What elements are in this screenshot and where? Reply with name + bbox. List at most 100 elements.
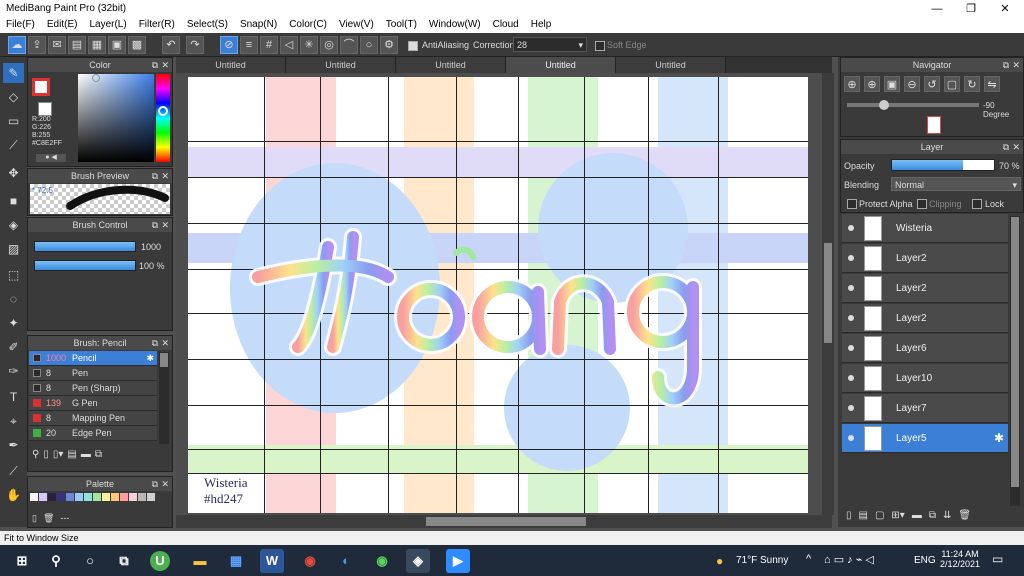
select-rect-tool-icon[interactable]: ▭	[3, 111, 24, 131]
popout-icon[interactable]: ⧉	[152, 336, 158, 350]
palette-swatch[interactable]	[93, 493, 101, 501]
tray-icons[interactable]: ⌂ ▭ ♪ ⌁ ◁	[824, 553, 874, 566]
palette-swatch[interactable]	[102, 493, 110, 501]
snap-curve-icon[interactable]: ⌒	[340, 36, 358, 54]
text-tool-icon[interactable]: T	[3, 387, 24, 407]
gear-icon[interactable]: ✱	[994, 431, 1004, 445]
notification-icon[interactable]: ▭	[992, 552, 1003, 566]
cloud-icon[interactable]: ☁	[8, 36, 26, 54]
layer-list-scrollbar[interactable]	[1010, 216, 1020, 506]
close-icon[interactable]: ✕	[161, 218, 169, 232]
menu-filter[interactable]: Filter(R)	[133, 18, 181, 33]
undo-icon[interactable]: ↶	[162, 36, 180, 54]
hue-slider[interactable]	[156, 74, 170, 162]
minimize-button[interactable]: —	[920, 0, 954, 18]
delete-icon[interactable]: 🗑	[43, 513, 54, 524]
eraser-tool-icon[interactable]: ◇	[3, 87, 24, 107]
brush-tool-icon[interactable]: ✎	[3, 63, 24, 83]
close-icon[interactable]: ✕	[161, 58, 169, 72]
hand-tool-icon[interactable]: ✋	[3, 485, 24, 505]
edge-icon[interactable]: ◐	[334, 549, 358, 573]
brush-size-slider[interactable]	[34, 241, 136, 252]
palette-swatch[interactable]	[111, 493, 119, 501]
palette-swatch[interactable]	[66, 493, 74, 501]
close-icon[interactable]: ✕	[161, 477, 169, 491]
menu-help[interactable]: Help	[525, 18, 558, 33]
clock[interactable]: 11:24 AM 2/12/2021	[940, 549, 980, 569]
popout-icon[interactable]: ⧉	[152, 477, 158, 491]
protect-alpha-checkbox[interactable]	[847, 199, 857, 211]
popout-icon[interactable]: ⧉	[1003, 140, 1009, 154]
close-icon[interactable]: ✕	[1012, 58, 1020, 72]
snap-radial-icon[interactable]: ✳	[300, 36, 318, 54]
eye-icon[interactable]	[848, 315, 854, 321]
file-explorer-icon[interactable]: ▬	[188, 549, 212, 573]
snap-off-icon[interactable]: ⊘	[220, 36, 238, 54]
brush-item[interactable]: 20 Edge Pen	[29, 426, 157, 441]
saturation-value-picker[interactable]	[78, 74, 154, 162]
eye-icon[interactable]	[848, 375, 854, 381]
gradient-tool-icon[interactable]: ▨	[3, 239, 24, 259]
search-icon[interactable]: ⚲	[44, 549, 68, 573]
popout-icon[interactable]: ⧉	[152, 58, 158, 72]
lock-checkbox[interactable]	[972, 199, 982, 211]
new-brush-icon[interactable]: ▯	[43, 449, 49, 460]
snap-perspective-icon[interactable]: ◁	[280, 36, 298, 54]
move-tool-icon[interactable]: ✥	[3, 163, 24, 183]
duplicate-layer-icon[interactable]: ⧉	[929, 510, 936, 521]
folder-icon[interactable]: ▬	[912, 510, 922, 521]
palette-swatch[interactable]	[39, 493, 47, 501]
eye-icon[interactable]	[848, 225, 854, 231]
brush-item[interactable]: 8 Pen (Sharp)	[29, 381, 157, 396]
folder-icon[interactable]: ▬	[81, 449, 91, 460]
comment-icon[interactable]: ▤	[68, 36, 86, 54]
eye-icon[interactable]	[848, 405, 854, 411]
rotate-right-icon[interactable]: ↻	[964, 76, 980, 92]
zoom-icon[interactable]: ▶	[446, 549, 470, 573]
popout-icon[interactable]: ⧉	[152, 218, 158, 232]
delete-layer-icon[interactable]: 🗑	[958, 510, 971, 521]
tab-untitled[interactable]: Untitled	[286, 57, 396, 73]
eyedropper-tool-icon[interactable]: ✒	[3, 435, 24, 455]
layer-row[interactable]: Layer7	[842, 394, 1008, 423]
select-pen-tool-icon[interactable]: ✐	[3, 337, 24, 357]
fill-tool-icon[interactable]: ◈	[3, 215, 24, 235]
add-layer-menu-icon[interactable]: ⊞▾	[891, 510, 904, 521]
close-icon[interactable]: ✕	[161, 169, 169, 183]
menu-select[interactable]: Select(S)	[181, 18, 234, 33]
medibang-icon[interactable]: ◈	[406, 549, 430, 573]
brush-item[interactable]: 1000 Pencil ✱	[29, 351, 157, 366]
primary-color-swatch[interactable]	[32, 78, 50, 96]
close-icon[interactable]: ✕	[1012, 140, 1020, 154]
snap-ellipse-icon[interactable]: ○	[360, 36, 378, 54]
shape-tool-icon[interactable]: ■	[3, 191, 24, 211]
palette-swatch[interactable]	[129, 493, 137, 501]
snap-circle-icon[interactable]: ◎	[320, 36, 338, 54]
layer-row-selected[interactable]: Layer5 ✱	[842, 424, 1008, 453]
lasso-tool-icon[interactable]: ◌	[3, 289, 24, 309]
tab-untitled[interactable]: Untitled	[396, 57, 506, 73]
brush-list-scrollbar[interactable]	[159, 352, 169, 444]
snap-settings-icon[interactable]: ⚙	[380, 36, 398, 54]
fit-icon[interactable]: ▣	[884, 76, 900, 92]
navigator-thumbnail[interactable]	[927, 116, 941, 134]
menu-snap[interactable]: Snap(N)	[234, 18, 283, 33]
snap-parallel-icon[interactable]: ≡	[240, 36, 258, 54]
palette-swatch[interactable]	[57, 493, 65, 501]
rotate-left-icon[interactable]: ↺	[924, 76, 940, 92]
chevron-up-icon[interactable]: ^	[806, 553, 811, 565]
magic-wand-tool-icon[interactable]: ✦	[3, 313, 24, 333]
menu-window[interactable]: Window(W)	[423, 18, 487, 33]
canvas-horizontal-scrollbar[interactable]	[176, 515, 832, 528]
brush-menu-icon[interactable]: ▯▾	[53, 449, 64, 460]
language-indicator[interactable]: ENG	[914, 555, 936, 566]
operation-tool-icon[interactable]: ⌖	[3, 411, 24, 431]
drawing-canvas[interactable]: Wisteria #hd247	[188, 77, 808, 513]
flip-icon[interactable]: ⇋	[984, 76, 1000, 92]
layer-row[interactable]: Layer10	[842, 364, 1008, 393]
layer-row[interactable]: Wisteria	[842, 214, 1008, 243]
word-icon[interactable]: W	[260, 549, 284, 573]
menu-edit[interactable]: Edit(E)	[41, 18, 84, 33]
redo-icon[interactable]: ↷	[186, 36, 204, 54]
weather-text[interactable]: 71°F Sunny	[736, 555, 788, 566]
